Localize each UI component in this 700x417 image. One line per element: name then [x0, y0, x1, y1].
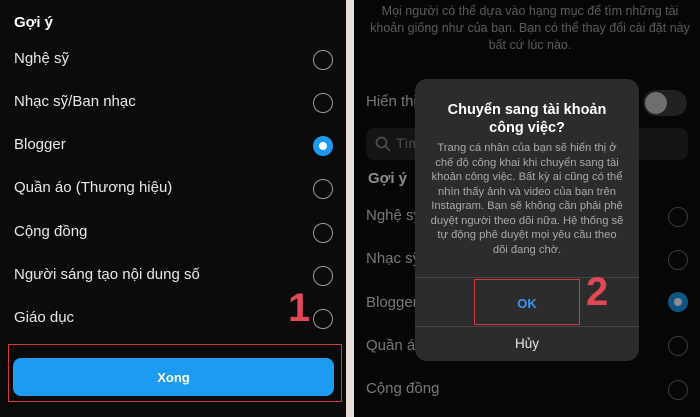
radio-icon[interactable] — [313, 266, 333, 286]
category-panel: Gợi ý Nghệ sỹ Nhạc sỹ/Ban nhạc Blogger Q… — [0, 0, 346, 417]
done-button[interactable]: Xong — [13, 358, 334, 396]
step-number-2: 2 — [586, 270, 609, 314]
category-option-label: Người sáng tạo nội dung số — [14, 266, 200, 283]
category-option-musician[interactable]: Nhạc sỹ/Ban nhạc — [0, 88, 346, 118]
category-option-label: Nghệ sỹ — [14, 50, 70, 67]
category-option-clothing[interactable]: Quần áo (Thương hiệu) — [0, 174, 346, 204]
radio-icon[interactable] — [313, 93, 333, 113]
category-option-label: Quần áo (Thương hiệu) — [14, 179, 173, 196]
radio-selected-icon[interactable] — [313, 136, 333, 156]
cancel-button[interactable]: Hủy — [415, 328, 639, 358]
step-number-1: 1 — [288, 286, 311, 330]
dialog-title: Chuyển sang tài khoản công việc? — [447, 102, 607, 136]
business-account-panel: Mọi người có thể dựa vào hạng mục để tìm… — [354, 0, 700, 417]
section-header-suggestions: Gợi ý — [14, 14, 54, 31]
switch-account-dialog: Chuyển sang tài khoản công việc? Trang c… — [415, 79, 639, 361]
category-option-label: Nhạc sỹ/Ban nhạc — [14, 93, 136, 110]
radio-icon[interactable] — [313, 223, 333, 243]
radio-icon[interactable] — [313, 309, 333, 329]
category-option-label: Blogger — [14, 136, 66, 153]
dialog-divider — [415, 326, 639, 327]
dialog-body: Trang cá nhân của bạn sẽ hiển thị ở chế … — [430, 142, 624, 256]
ok-button[interactable]: OK — [477, 283, 577, 323]
category-option-artist[interactable]: Nghệ sỹ — [0, 45, 346, 75]
category-option-community[interactable]: Cộng đồng — [0, 218, 346, 248]
radio-icon[interactable] — [313, 179, 333, 199]
category-option-blogger[interactable]: Blogger — [0, 131, 346, 161]
category-option-label: Cộng đồng — [14, 223, 88, 240]
category-option-label: Giáo dục — [14, 309, 75, 326]
radio-icon[interactable] — [313, 50, 333, 70]
